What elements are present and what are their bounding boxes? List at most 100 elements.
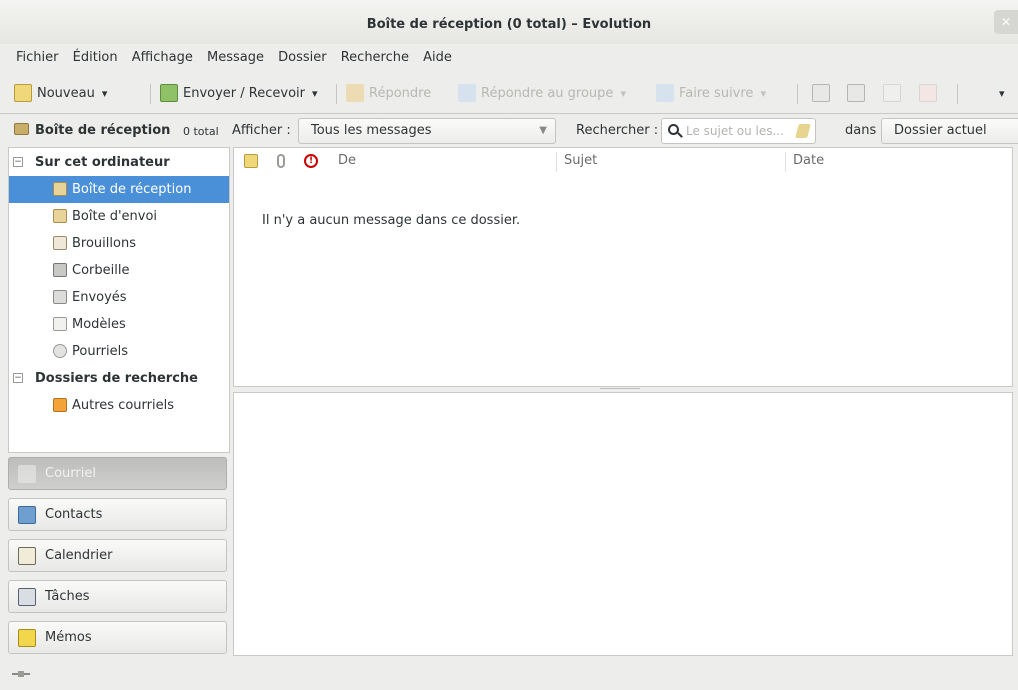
toolbar-separator bbox=[336, 84, 337, 104]
folder-label: Modèles bbox=[72, 317, 126, 332]
chevron-down-icon[interactable]: ▾ bbox=[620, 87, 626, 100]
forward-label: Faire suivre bbox=[679, 85, 754, 101]
forward-icon bbox=[656, 84, 674, 102]
menu-fichier[interactable]: Fichier bbox=[13, 44, 62, 72]
delete-icon[interactable] bbox=[847, 84, 865, 102]
toolbar-separator bbox=[150, 84, 151, 104]
message-list[interactable]: ! De Sujet Date Il n'y a aucun message d… bbox=[233, 147, 1013, 387]
new-button[interactable]: Nouveau ▾ bbox=[14, 80, 107, 106]
show-label: Afficher : bbox=[232, 123, 291, 138]
folder-item-inbox[interactable]: Boîte de réception bbox=[9, 176, 229, 203]
collapse-icon[interactable]: − bbox=[13, 373, 23, 383]
search-input[interactable]: Le sujet ou les... bbox=[661, 118, 816, 144]
sent-icon bbox=[53, 290, 67, 304]
reply-label: Répondre bbox=[369, 85, 432, 101]
folder-count: 0 total bbox=[183, 125, 219, 138]
menu-recherche[interactable]: Recherche bbox=[338, 44, 412, 72]
tree-group-search[interactable]: − Dossiers de recherche bbox=[9, 365, 229, 392]
folder-label: Boîte d'envoi bbox=[72, 209, 158, 224]
filter-select[interactable]: Tous les messages ▼ bbox=[298, 118, 556, 144]
folder-item-sent[interactable]: Envoyés bbox=[9, 284, 229, 311]
folder-item-templates[interactable]: Modèles bbox=[9, 311, 229, 338]
folder-item-other-mail[interactable]: Autres courriels bbox=[9, 392, 229, 419]
switcher-memos-button[interactable]: Mémos bbox=[8, 621, 227, 654]
folder-item-outbox[interactable]: Boîte d'envoi bbox=[9, 203, 229, 230]
switcher-contacts-button[interactable]: Contacts bbox=[8, 498, 227, 531]
collapse-icon[interactable]: − bbox=[13, 157, 23, 167]
column-from[interactable]: De bbox=[338, 148, 356, 175]
print-icon[interactable] bbox=[812, 84, 830, 102]
tasks-icon bbox=[18, 588, 36, 606]
offline-icon[interactable] bbox=[12, 670, 30, 678]
toolbar-separator bbox=[797, 84, 798, 104]
preview-pane[interactable] bbox=[233, 392, 1013, 656]
search-bar: Boîte de réception 0 total Afficher : To… bbox=[0, 115, 1018, 147]
column-separator bbox=[556, 152, 557, 172]
menu-edition[interactable]: Édition bbox=[70, 44, 121, 72]
switcher-mail-button[interactable]: Courriel bbox=[8, 457, 227, 490]
reply-group-label: Répondre au groupe bbox=[481, 85, 614, 101]
chevron-down-icon: ▾ bbox=[999, 86, 1005, 100]
folder-item-junk[interactable]: Pourriels bbox=[9, 338, 229, 365]
switcher-label: Tâches bbox=[45, 589, 90, 604]
current-folder-name: Boîte de réception bbox=[35, 123, 171, 138]
folder-item-drafts[interactable]: Brouillons bbox=[9, 230, 229, 257]
send-receive-button[interactable]: Envoyer / Recevoir ▾ bbox=[160, 80, 318, 106]
menu-dossier[interactable]: Dossier bbox=[275, 44, 329, 72]
attachment-icon[interactable] bbox=[277, 154, 285, 168]
close-icon[interactable]: ✕ bbox=[994, 10, 1018, 34]
junk-icon bbox=[53, 344, 67, 358]
chevron-down-icon[interactable]: ▾ bbox=[760, 87, 766, 100]
tree-group-label: Sur cet ordinateur bbox=[35, 155, 170, 170]
menu-affichage[interactable]: Affichage bbox=[129, 44, 196, 72]
folder-label: Brouillons bbox=[72, 236, 136, 251]
evolution-window: Boîte de réception (0 total) – Evolution… bbox=[0, 0, 1018, 690]
trash-icon bbox=[53, 263, 67, 277]
folder-label: Envoyés bbox=[72, 290, 127, 305]
tree-group-local[interactable]: − Sur cet ordinateur bbox=[9, 149, 229, 176]
flag-icon[interactable]: ! bbox=[304, 154, 318, 168]
menu-message[interactable]: Message bbox=[204, 44, 267, 72]
inbox-icon bbox=[53, 182, 67, 196]
column-date[interactable]: Date bbox=[793, 148, 824, 175]
scope-select[interactable]: Dossier actuel bbox=[881, 118, 1018, 144]
switcher-label: Mémos bbox=[45, 630, 92, 645]
reply-group-button[interactable]: Répondre au groupe ▾ bbox=[458, 80, 626, 106]
folder-tree: − Sur cet ordinateur Boîte de réception … bbox=[8, 147, 230, 453]
forward-button[interactable]: Faire suivre ▾ bbox=[656, 80, 766, 106]
switcher-label: Courriel bbox=[45, 466, 96, 481]
folder-label: Corbeille bbox=[72, 263, 130, 278]
pane-resize-handle[interactable] bbox=[600, 388, 640, 391]
folder-label: Pourriels bbox=[72, 344, 129, 359]
mail-icon bbox=[18, 465, 36, 483]
reply-group-icon bbox=[458, 84, 476, 102]
memos-icon bbox=[18, 629, 36, 647]
folder-item-trash[interactable]: Corbeille bbox=[9, 257, 229, 284]
search-icon[interactable] bbox=[668, 124, 679, 135]
new-mail-icon bbox=[14, 84, 32, 102]
chevron-down-icon[interactable]: ▾ bbox=[102, 87, 108, 100]
junk-icon[interactable] bbox=[883, 84, 901, 102]
contacts-icon bbox=[18, 506, 36, 524]
empty-folder-message: Il n'y a aucun message dans ce dossier. bbox=[262, 213, 521, 228]
switcher-calendar-button[interactable]: Calendrier bbox=[8, 539, 227, 572]
not-junk-icon[interactable] bbox=[919, 84, 937, 102]
status-icon[interactable] bbox=[244, 154, 258, 168]
status-bar bbox=[0, 660, 1018, 690]
reply-button[interactable]: Répondre bbox=[346, 80, 431, 106]
calendar-icon bbox=[18, 547, 36, 565]
outbox-icon bbox=[53, 209, 67, 223]
drafts-icon bbox=[53, 236, 67, 250]
send-receive-label: Envoyer / Recevoir bbox=[183, 85, 305, 101]
folder-label: Boîte de réception bbox=[72, 182, 192, 197]
switcher-tasks-button[interactable]: Tâches bbox=[8, 580, 227, 613]
clear-icon[interactable] bbox=[795, 124, 811, 138]
column-subject[interactable]: Sujet bbox=[564, 148, 597, 175]
filter-value: Tous les messages bbox=[311, 123, 432, 138]
search-label: Rechercher : bbox=[576, 123, 659, 138]
toolbar: Nouveau ▾ Envoyer / Recevoir ▾ Répondre … bbox=[0, 72, 1018, 114]
toolbar-overflow-button[interactable]: ▾ bbox=[999, 80, 1005, 106]
chevron-down-icon[interactable]: ▾ bbox=[312, 87, 318, 100]
title-bar: Boîte de réception (0 total) – Evolution… bbox=[0, 0, 1018, 44]
menu-aide[interactable]: Aide bbox=[420, 44, 455, 72]
